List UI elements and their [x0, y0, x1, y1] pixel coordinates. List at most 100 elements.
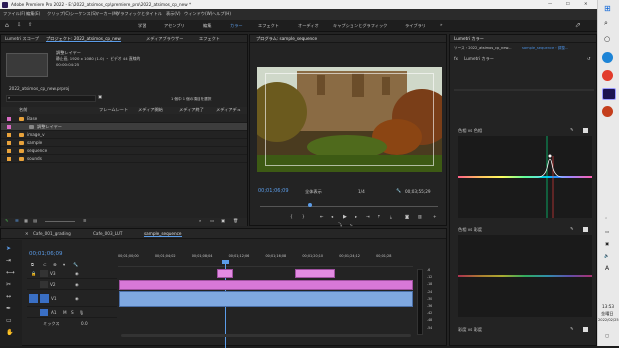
- lock-v3-icon[interactable]: 🔒: [31, 271, 36, 276]
- clock-time[interactable]: 13:53: [602, 304, 614, 309]
- label-color-swatch[interactable]: [7, 125, 11, 129]
- mark-out-icon[interactable]: }: [302, 214, 305, 219]
- project-list-item[interactable]: sample: [1, 139, 247, 147]
- timeline-ruler[interactable]: 00;01;00;00 00;01;04;02 00;01;08;04 00;01;1…: [118, 253, 413, 267]
- list-view-icon[interactable]: ☰: [15, 218, 19, 223]
- timeline-tab-cafe-001[interactable]: Cafe_001_grading: [33, 231, 71, 236]
- tab-lumetri-color[interactable]: Lumetri カラー: [454, 36, 484, 41]
- column-name[interactable]: 名前: [19, 107, 27, 112]
- new-bin-icon[interactable]: ▣: [98, 94, 102, 99]
- eyedropper-2-icon[interactable]: ✎: [570, 226, 574, 231]
- export-frame-icon[interactable]: ◙: [405, 214, 409, 219]
- overwrite-icon[interactable]: ⤷: [350, 222, 352, 227]
- menu-view[interactable]: 表示(V): [166, 11, 181, 16]
- go-to-in-icon[interactable]: ⇤: [320, 214, 324, 219]
- eye-v1-icon[interactable]: ◉: [75, 296, 79, 301]
- network-icon[interactable]: ▭: [605, 229, 609, 234]
- column-media-duration[interactable]: メディアデュ: [216, 107, 241, 112]
- lumetri-source[interactable]: ソース・2022_atsimos_cp_new...: [454, 46, 512, 51]
- mic-a1-icon[interactable]: 🎙: [79, 310, 84, 315]
- comparison-view-icon[interactable]: ▥: [418, 214, 422, 219]
- label-color-swatch[interactable]: [7, 117, 11, 121]
- program-timecode[interactable]: 00;01;06;09: [258, 189, 289, 194]
- hue-vs-hue-curve[interactable]: [458, 136, 592, 218]
- maximize-button[interactable]: ☐: [566, 1, 570, 6]
- display-icon[interactable]: ▣: [605, 241, 609, 246]
- timeline-timecode[interactable]: 00;01;06;09: [29, 251, 63, 258]
- mute-a1-icon[interactable]: M: [63, 310, 67, 315]
- insert-icon[interactable]: ⤵: [338, 222, 342, 227]
- tray-arrow-icon[interactable]: ˄: [605, 217, 607, 222]
- pen-tool-icon[interactable]: ✒: [6, 306, 11, 312]
- home-icon[interactable]: ⌂: [5, 23, 9, 29]
- sort-icon[interactable]: ≡: [83, 218, 87, 223]
- import-icon[interactable]: ⇩: [17, 23, 21, 28]
- edge-icon[interactable]: [602, 52, 613, 63]
- icon-view-icon[interactable]: ▦: [24, 218, 28, 223]
- column-framerate[interactable]: フレームレート: [99, 107, 128, 112]
- project-list-item[interactable]: sequence: [1, 147, 247, 155]
- menu-window[interactable]: ウィンドウ(W): [184, 11, 212, 16]
- solo-a1-icon[interactable]: S: [71, 310, 74, 315]
- label-color-swatch[interactable]: [7, 141, 11, 145]
- razor-tool-icon[interactable]: ✂: [6, 282, 11, 288]
- export-icon[interactable]: ⇧: [28, 23, 32, 28]
- share-icon[interactable]: ⬀: [575, 22, 581, 29]
- freeform-view-icon[interactable]: ▤: [33, 218, 37, 223]
- project-list-item[interactable]: sounds: [1, 155, 247, 163]
- close-timeline-icon[interactable]: ✕: [25, 231, 29, 236]
- timeline-scrollbar[interactable]: [121, 334, 411, 337]
- clip-v1-video[interactable]: [119, 291, 413, 307]
- label-color-swatch[interactable]: [7, 149, 11, 153]
- zoom-slider[interactable]: [45, 221, 75, 222]
- workspace-effects[interactable]: エフェクト: [258, 23, 279, 28]
- label-color-swatch[interactable]: [7, 133, 11, 137]
- wrench-icon[interactable]: 🔧: [396, 188, 401, 193]
- menu-help[interactable]: ヘルプ(H): [212, 11, 231, 16]
- workspace-captions[interactable]: キャプションとグラフィック: [333, 23, 387, 28]
- rectangle-tool-icon[interactable]: ▭: [6, 318, 12, 324]
- pencil-icon[interactable]: ✎: [5, 218, 9, 223]
- workspace-more-icon[interactable]: »: [440, 22, 443, 27]
- master-mix-value[interactable]: 0.0: [81, 321, 88, 326]
- track-target-v2[interactable]: [40, 281, 48, 288]
- workspace-learn[interactable]: 学習: [138, 23, 146, 28]
- resolution-dropdown[interactable]: 1/4: [358, 189, 365, 194]
- linked-selection-icon[interactable]: ⊗: [53, 262, 57, 267]
- snap-icon[interactable]: ⊂: [43, 262, 47, 267]
- clock-day[interactable]: 金曜日: [601, 311, 614, 316]
- powerpoint-icon[interactable]: [602, 106, 613, 117]
- timeline-settings-icon[interactable]: 🔧: [73, 262, 78, 267]
- workspace-assembly[interactable]: アセンブリ: [164, 23, 185, 28]
- track-select-tool-icon[interactable]: ⇥: [6, 258, 11, 264]
- delete-icon[interactable]: 🗑: [233, 218, 238, 223]
- clip-v2-adjustment-1[interactable]: [217, 269, 233, 278]
- clock-date[interactable]: 2022/02/25: [598, 318, 619, 323]
- column-media-start[interactable]: メディア開始: [138, 107, 163, 112]
- workspace-audio[interactable]: オーディオ: [298, 23, 319, 28]
- notification-icon[interactable]: ▢: [605, 333, 609, 338]
- nest-icon[interactable]: ⧉: [31, 262, 34, 267]
- clip-v2-base[interactable]: [119, 280, 413, 290]
- eyedropper-3-icon[interactable]: ✎: [570, 326, 574, 331]
- new-item-icon[interactable]: ▣: [221, 218, 225, 223]
- selection-tool-icon[interactable]: ➤: [6, 246, 11, 252]
- fit-dropdown[interactable]: 全体表示: [305, 189, 322, 194]
- program-scrubber[interactable]: [260, 206, 438, 207]
- mark-in-icon[interactable]: {: [290, 214, 293, 219]
- tab-media-browser[interactable]: メディアブラウザー: [146, 36, 183, 41]
- column-media-end[interactable]: メディア終了: [179, 107, 204, 112]
- workspace-edit[interactable]: 編集: [203, 23, 211, 28]
- workspace-libraries[interactable]: ライブラリ: [405, 23, 426, 28]
- new-bin-bottom-icon[interactable]: ▭: [210, 218, 214, 223]
- ime-icon[interactable]: A: [605, 266, 609, 272]
- menu-edit[interactable]: 編集(E): [26, 11, 40, 16]
- slip-tool-icon[interactable]: ↔: [6, 294, 11, 300]
- playhead-marker[interactable]: [308, 203, 312, 207]
- checkbox-sat-vs-sat[interactable]: [583, 327, 588, 332]
- minimize-button[interactable]: —: [548, 1, 552, 6]
- eyedropper-icon[interactable]: ✎: [570, 127, 574, 132]
- checkbox-hue-vs-hue[interactable]: [583, 128, 588, 133]
- tab-effects[interactable]: エフェクト: [199, 36, 220, 41]
- premiere-taskbar-icon[interactable]: [602, 88, 616, 100]
